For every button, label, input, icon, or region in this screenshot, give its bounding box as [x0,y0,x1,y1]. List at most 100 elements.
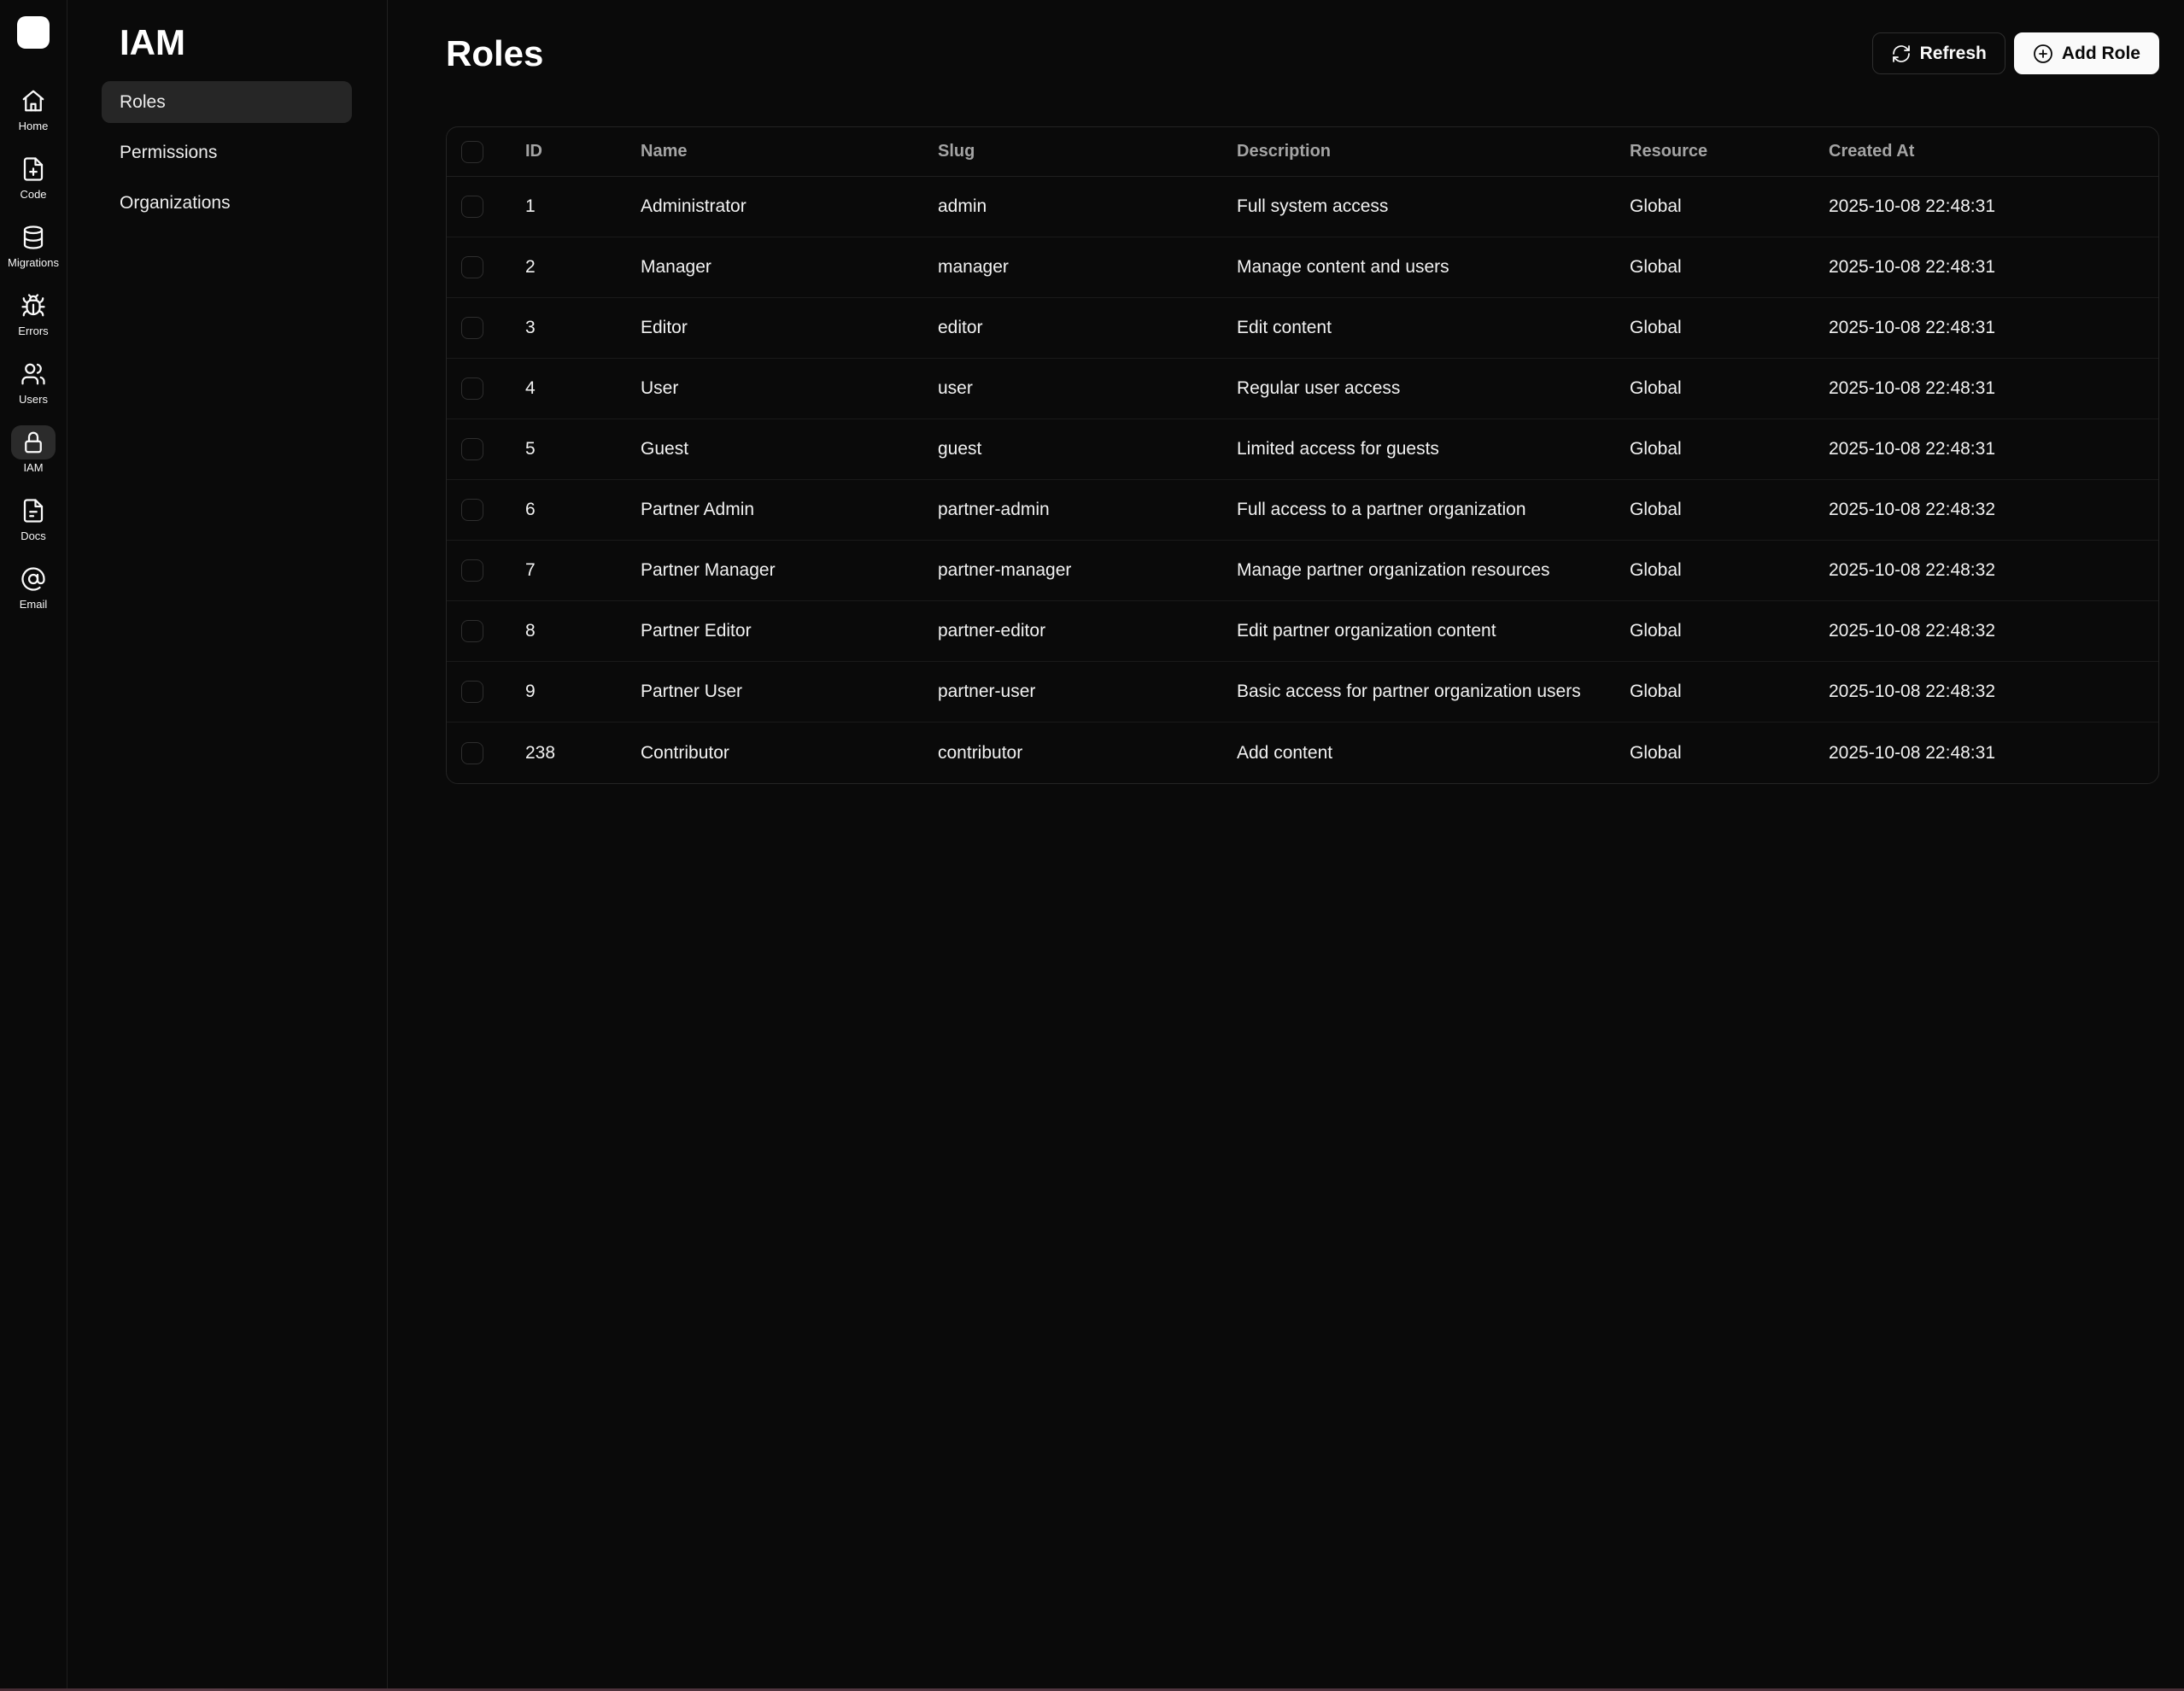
rail-item-label: Home [18,120,49,132]
cell-name: Partner Manager [641,560,776,580]
cell-slug: manager [938,257,1009,277]
row-checkbox[interactable] [461,256,483,278]
roles-table: ID Name Slug Description Resource Create… [446,126,2159,784]
rail-item-code[interactable]: Code [11,152,56,202]
table-row: 238 Contributor contributor Add content … [447,723,2158,783]
panel-nav: Roles Permissions Organizations [102,81,352,224]
page-title: Roles [446,32,544,73]
column-header-id: ID [525,142,542,161]
sidebar-item-label: Roles [120,91,166,112]
cell-resource: Global [1630,196,1682,216]
sidebar-item-roles[interactable]: Roles [102,81,352,123]
cell-created-at: 2025-10-08 22:48:31 [1829,378,1995,398]
users-icon [11,357,56,391]
table-row: 2 Manager manager Manage content and use… [447,237,2158,298]
row-checkbox[interactable] [461,317,483,339]
row-checkbox[interactable] [461,559,483,582]
cell-name: Editor [641,318,688,337]
cell-resource: Global [1630,439,1682,459]
cell-created-at: 2025-10-08 22:48:32 [1829,621,1995,641]
row-checkbox[interactable] [461,438,483,460]
row-checkbox[interactable] [461,620,483,642]
at-sign-icon [11,562,56,596]
cell-created-at: 2025-10-08 22:48:32 [1829,560,1995,580]
row-checkbox[interactable] [461,196,483,218]
row-checkbox[interactable] [461,681,483,703]
cell-slug: partner-manager [938,560,1072,580]
refresh-button-label: Refresh [1919,43,1987,63]
table-row: 6 Partner Admin partner-admin Full acces… [447,480,2158,541]
rail-item-label: Email [19,598,48,611]
row-checkbox[interactable] [461,377,483,400]
cell-id: 2 [525,257,536,277]
rail-item-migrations[interactable]: Migrations [8,220,59,270]
rail-item-label: Migrations [8,256,59,269]
app-window: Home Code Migrations Errors Users IAM Do… [0,0,2184,1688]
cell-created-at: 2025-10-08 22:48:31 [1829,318,1995,337]
cell-created-at: 2025-10-08 22:48:32 [1829,500,1995,519]
page-header: Roles Refresh Add Role [446,32,2159,74]
cell-resource: Global [1630,257,1682,277]
file-text-icon [11,494,56,528]
cell-resource: Global [1630,318,1682,337]
home-icon [11,84,56,118]
cell-name: Partner User [641,682,743,701]
rail-item-email[interactable]: Email [11,562,56,611]
row-checkbox[interactable] [461,741,483,764]
table-row: 4 User user Regular user access Global 2… [447,359,2158,419]
rail-item-iam[interactable]: IAM [11,425,56,475]
cell-created-at: 2025-10-08 22:48:31 [1829,439,1995,459]
sidebar-item-organizations[interactable]: Organizations [102,182,352,224]
select-all-checkbox[interactable] [461,140,483,163]
table-row: 5 Guest guest Limited access for guests … [447,419,2158,480]
cell-created-at: 2025-10-08 22:48:32 [1829,682,1995,701]
cell-name: Partner Editor [641,621,752,641]
column-header-resource: Resource [1630,142,1708,161]
add-role-button-label: Add Role [2061,43,2140,63]
sidebar-item-label: Permissions [120,142,218,162]
table-header-row: ID Name Slug Description Resource Create… [447,127,2158,177]
sidebar-item-permissions[interactable]: Permissions [102,132,352,173]
table-row: 1 Administrator admin Full system access… [447,177,2158,237]
rail-nav: Home Code Migrations Errors Users IAM Do… [8,84,59,611]
cell-created-at: 2025-10-08 22:48:31 [1829,196,1995,216]
icon-sidebar: Home Code Migrations Errors Users IAM Do… [0,0,67,1688]
table-row: 7 Partner Manager partner-manager Manage… [447,541,2158,601]
cell-slug: partner-user [938,682,1036,701]
rail-item-label: Code [20,188,47,201]
cell-name: Manager [641,257,711,277]
column-header-slug: Slug [938,142,975,161]
cell-slug: guest [938,439,982,459]
cell-name: Guest [641,439,689,459]
column-header-created-at: Created At [1829,142,1915,161]
rail-item-docs[interactable]: Docs [11,494,56,543]
rail-item-errors[interactable]: Errors [11,289,56,338]
cell-resource: Global [1630,560,1682,580]
iam-sidebar: IAM Roles Permissions Organizations [67,0,388,1688]
cell-resource: Global [1630,742,1682,763]
cell-description: Full system access [1237,196,1389,216]
cell-slug: partner-admin [938,500,1050,519]
refresh-button[interactable]: Refresh [1871,32,2005,74]
cell-description: Manage partner organization resources [1237,560,1550,580]
app-logo[interactable] [17,16,50,49]
column-header-description: Description [1237,142,1332,161]
plus-circle-icon [2033,44,2052,63]
cell-id: 6 [525,500,536,519]
cell-description: Limited access for guests [1237,439,1439,459]
panel-title: IAM [120,22,185,62]
cell-slug: editor [938,318,983,337]
sidebar-item-label: Organizations [120,192,231,213]
cell-id: 3 [525,318,536,337]
file-plus-icon [11,152,56,186]
cell-description: Edit content [1237,318,1332,337]
rail-item-label: IAM [23,461,44,474]
row-checkbox[interactable] [461,499,483,521]
add-role-button[interactable]: Add Role [2013,32,2159,74]
table-row: 9 Partner User partner-user Basic access… [447,662,2158,723]
cell-description: Manage content and users [1237,257,1449,277]
rail-item-home[interactable]: Home [11,84,56,133]
rail-item-users[interactable]: Users [11,357,56,407]
cell-description: Add content [1237,742,1333,763]
cell-description: Regular user access [1237,378,1401,398]
